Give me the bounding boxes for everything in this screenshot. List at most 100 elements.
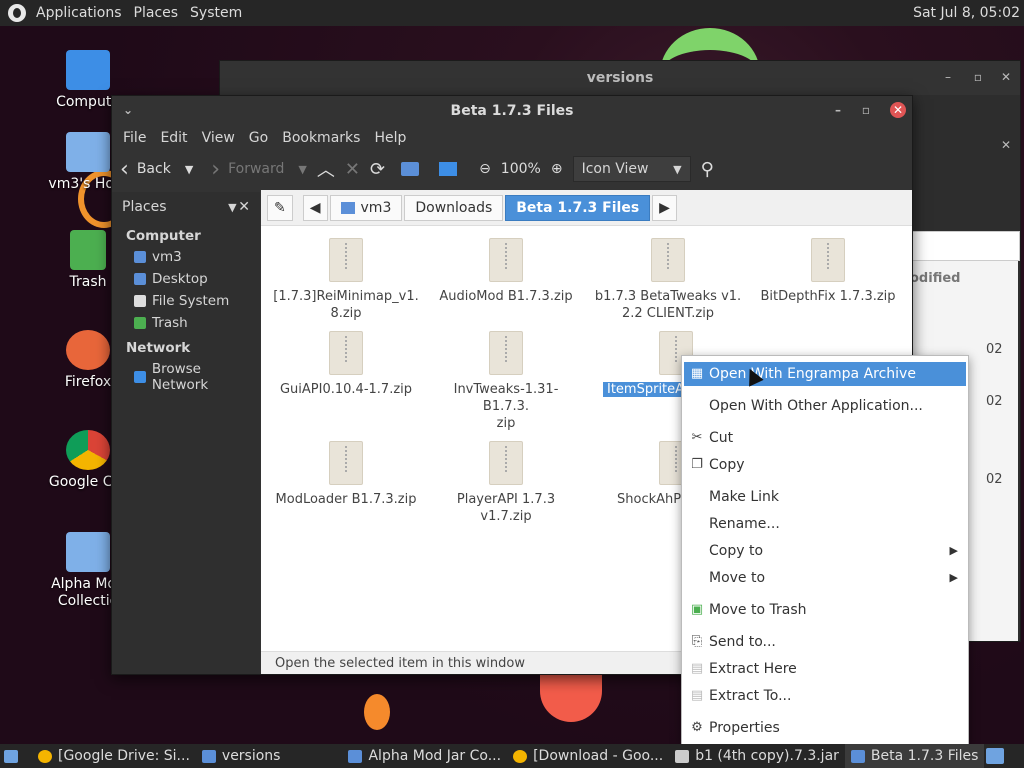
stop-button[interactable]: ✕: [345, 159, 360, 180]
file-item[interactable]: ModLoader B1.7.3.zip: [271, 441, 421, 508]
menu-item-send-to[interactable]: ⎘ Send to...: [684, 630, 966, 654]
menu-item-copy[interactable]: ❐ Copy: [684, 453, 966, 477]
sidebar-title[interactable]: Places: [122, 199, 167, 215]
sidebar-dropdown-icon[interactable]: ▼: [228, 201, 236, 214]
close-icon[interactable]: ✕: [890, 102, 906, 118]
back-button[interactable]: ‹ Back ▼: [120, 157, 193, 182]
path-scroll-left-icon[interactable]: ◀: [302, 194, 328, 221]
forward-label: Forward: [228, 161, 285, 177]
taskbar-item[interactable]: [Google Drive: Si...: [22, 744, 196, 768]
system-menu[interactable]: System: [184, 5, 248, 21]
menu-bookmarks[interactable]: Bookmarks: [275, 130, 367, 146]
menu-item-move-to[interactable]: Move to ▶: [684, 566, 966, 590]
menu-item-label: Open With Other Application...: [709, 398, 923, 414]
view-selector[interactable]: Icon View ▼: [572, 156, 691, 182]
taskbar-item[interactable]: versions: [196, 744, 287, 768]
menu-go[interactable]: Go: [242, 130, 275, 146]
menu-help[interactable]: Help: [367, 130, 413, 146]
menu-item-open-other[interactable]: Open With Other Application...: [684, 394, 966, 418]
home-folder-icon: [134, 251, 146, 263]
taskbar-item-active[interactable]: Beta 1.7.3 Files: [844, 744, 985, 768]
taskbar-item[interactable]: b1 (4th copy).7.3.jar: [669, 744, 845, 768]
menu-item-open-engrampa[interactable]: ▦ Open With Engrampa Archive Manager: [684, 362, 966, 406]
menu-item-copy-to[interactable]: Copy to ▶: [684, 539, 966, 563]
file-item[interactable]: PlayerAPI 1.7.3 v1.7.zip: [431, 441, 581, 525]
menu-view[interactable]: View: [195, 130, 242, 146]
sidebar-close-icon[interactable]: ✕: [238, 199, 250, 215]
menu-item-label: Move to: [709, 570, 766, 586]
taskbar-item[interactable]: [Download - Goo...: [507, 744, 669, 768]
menu-item-extract-here[interactable]: ▤ Extract Here: [684, 657, 966, 681]
menu-edit[interactable]: Edit: [153, 130, 194, 146]
file-item[interactable]: AudioMod B1.7.3.zip: [431, 238, 581, 305]
sidebar-item-trash[interactable]: Trash: [112, 312, 260, 334]
edit-location-button[interactable]: ✎: [267, 194, 293, 221]
maximize-icon[interactable]: ▫: [858, 102, 874, 118]
close-icon[interactable]: ✕: [998, 69, 1014, 85]
menu-item-extract-to[interactable]: ▤ Extract To...: [684, 684, 966, 708]
computer-icon[interactable]: [439, 162, 458, 176]
folder-icon: [348, 749, 363, 763]
zip-file-icon: [489, 331, 523, 375]
forward-button[interactable]: › Forward ▼: [211, 157, 307, 182]
minimize-icon[interactable]: –: [940, 69, 956, 85]
close-icon[interactable]: ✕: [998, 137, 1014, 153]
menu-item-rename[interactable]: Rename...: [684, 512, 966, 536]
back-history-dropdown-icon[interactable]: ▼: [185, 163, 193, 176]
reload-button[interactable]: ⟳: [370, 159, 385, 180]
breadcrumb-downloads[interactable]: Downloads: [404, 194, 504, 221]
file-item[interactable]: InvTweaks-1.31-B1.7.3. zip: [431, 331, 581, 432]
gnome-foot-icon[interactable]: [8, 4, 26, 22]
sidebar-item-desktop[interactable]: Desktop: [112, 268, 260, 290]
show-desktop-button[interactable]: [0, 744, 22, 768]
sidebar-item-vm3[interactable]: vm3: [112, 246, 260, 268]
menu-item-label: Copy to: [709, 543, 764, 559]
window-titlebar[interactable]: Beta 1.7.3 Files ⌄ – ▫ ✕: [112, 96, 912, 126]
menu-item-move-to-trash[interactable]: ▣ Move to Trash: [684, 598, 966, 622]
back-label: Back: [136, 161, 171, 177]
workspace-switcher[interactable]: [984, 744, 1006, 768]
file-label: BitDepthFix 1.7.3.zip: [760, 289, 896, 304]
versions-search-field[interactable]: [910, 231, 1020, 261]
path-scroll-right-icon[interactable]: ▶: [652, 194, 677, 221]
menu-item-label: Make Link: [709, 489, 779, 505]
zoom-level[interactable]: 100%: [501, 161, 541, 177]
taskbar-item[interactable]: Alpha Mod Jar Co...: [342, 744, 507, 768]
back-arrow-icon: ‹: [120, 156, 129, 182]
applications-menu[interactable]: Applications: [30, 5, 128, 21]
menu-file[interactable]: File: [116, 130, 153, 146]
search-icon[interactable]: ⚲: [701, 159, 714, 180]
breadcrumb-beta-files[interactable]: Beta 1.7.3 Files: [505, 194, 651, 221]
menu-item-properties[interactable]: ⚙ Properties: [684, 716, 966, 740]
breadcrumb-vm3[interactable]: vm3: [329, 194, 403, 221]
zip-file-icon: [489, 238, 523, 282]
sidebar-item-browse-network[interactable]: Browse Network: [112, 358, 260, 396]
home-folder-icon[interactable]: [401, 162, 420, 176]
menu-item-label: Rename...: [709, 516, 780, 532]
breadcrumb-label: vm3: [360, 199, 392, 216]
maximize-icon[interactable]: ▫: [970, 69, 986, 85]
zoom-out-button[interactable]: ⊖: [479, 161, 491, 177]
sidebar-header: Places ▼ ✕: [112, 192, 260, 222]
forward-history-dropdown-icon[interactable]: ▼: [298, 163, 306, 176]
menu-item-make-link[interactable]: Make Link: [684, 485, 966, 509]
file-label: PlayerAPI 1.7.3 v1.7.zip: [456, 492, 556, 524]
up-button[interactable]: ︿: [317, 156, 335, 182]
column-modified[interactable]: odified: [910, 271, 960, 286]
home-folder-icon: [340, 201, 355, 214]
places-menu[interactable]: Places: [128, 5, 185, 21]
file-item[interactable]: [1.7.3]ReiMinimap_v1. 8.zip: [271, 238, 421, 322]
zoom-in-button[interactable]: ⊕: [551, 161, 563, 177]
folder-icon: [66, 532, 110, 572]
file-label: zip: [496, 416, 516, 431]
file-item[interactable]: b1.7.3 BetaTweaks v1. 2.2 CLIENT.zip: [593, 238, 743, 322]
clock[interactable]: Sat Jul 8, 05:02: [913, 5, 1020, 21]
file-item[interactable]: BitDepthFix 1.7.3.zip: [753, 238, 903, 305]
menu-item-cut[interactable]: ✂ Cut: [684, 426, 966, 450]
file-icon: [675, 749, 690, 763]
file-item[interactable]: GuiAPI0.10.4-1.7.zip: [271, 331, 421, 398]
sidebar-item-file-system[interactable]: File System: [112, 290, 260, 312]
file-label: InvTweaks-1.31-B1.7.3.: [453, 382, 559, 414]
window-menu-chevron-icon[interactable]: ⌄: [120, 102, 136, 118]
minimize-icon[interactable]: –: [830, 102, 846, 118]
